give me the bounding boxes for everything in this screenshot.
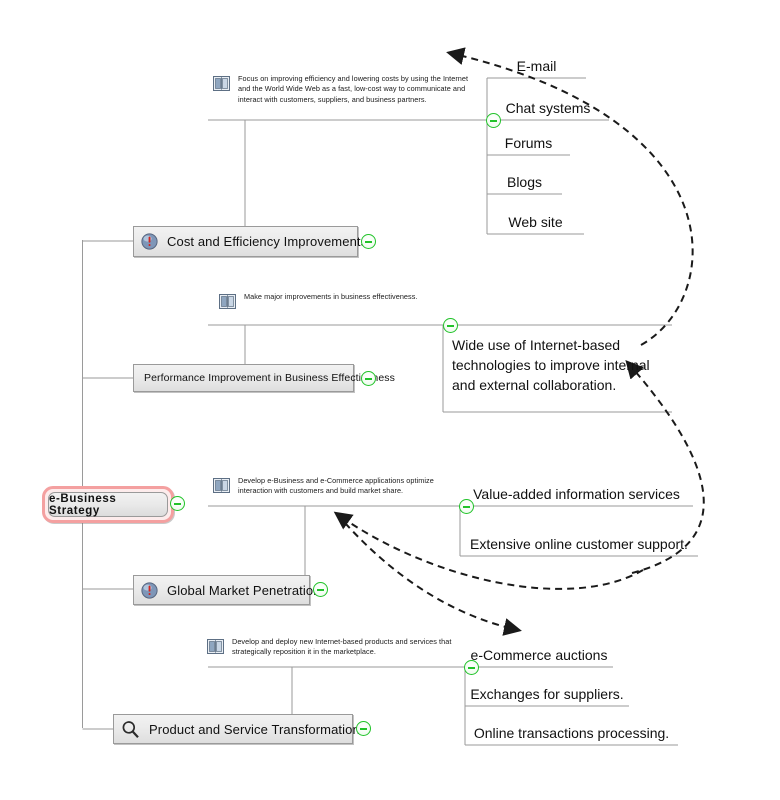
branch-node-label: Performance Improvement in Business Effe… [144, 372, 395, 384]
note-text: Develop e-Business and e-Commerce applic… [238, 476, 434, 496]
leaf-node-online-transactions[interactable]: Online transactions processing. [465, 717, 678, 745]
root-collapse-toggle[interactable] [170, 496, 185, 511]
collapse-minus-icon [468, 666, 475, 669]
collapse-minus-icon [365, 240, 372, 243]
branch-node-global-market-penetration[interactable]: Global Market Penetration [133, 575, 320, 605]
collapse-minus-icon [365, 377, 372, 380]
leaf-node-forums[interactable]: Forums [487, 127, 570, 155]
book-icon [207, 637, 224, 659]
leaf-node-label: Chat systems [505, 100, 591, 116]
note-global-market-penetration: Develop e-Business and e-Commerce applic… [213, 476, 461, 498]
collapse-minus-icon [490, 119, 497, 122]
leaf-group-collapse-toggle-global-market-penetration[interactable] [459, 499, 474, 514]
leaf-node-label: e-Commerce auctions [470, 647, 608, 663]
note-cost-efficiency: Focus on improving efficiency and loweri… [213, 74, 475, 105]
leaf-node-online-customer-support[interactable]: Extensive online customer support. [460, 528, 698, 556]
collapse-minus-icon [174, 502, 181, 505]
leaf-node-wide-use-internet[interactable]: Wide use of Internet-based technologies … [443, 325, 672, 412]
note-product-service-transformation: Develop and deploy new Internet-based pr… [207, 637, 462, 659]
leaf-node-chat-systems[interactable]: Chat systems [487, 90, 609, 120]
magnifier-icon [121, 720, 140, 739]
collapse-minus-icon [463, 505, 470, 508]
leaf-node-label: Online transactions processing. [473, 725, 670, 741]
branch-node-label: Global Market Penetration [167, 582, 321, 598]
leaf-node-label: Wide use of Internet-based technologies … [452, 337, 650, 393]
branch-collapse-toggle-performance-improvement[interactable] [361, 371, 376, 386]
root-node[interactable]: e-Business Strategy [42, 486, 174, 523]
leaf-node-value-added-services[interactable]: Value-added information services [460, 478, 693, 506]
collapse-minus-icon [447, 324, 454, 327]
book-icon [219, 292, 236, 314]
branch-collapse-toggle-global-market-penetration[interactable] [313, 582, 328, 597]
root-node-label: e-Business Strategy [49, 492, 117, 517]
leaf-node-email[interactable]: E-mail [487, 50, 586, 78]
leaf-group-collapse-toggle-product-service-transformation[interactable] [464, 660, 479, 675]
branch-node-performance-improvement[interactable]: Performance Improvement in Business Effe… [133, 364, 395, 392]
leaf-group-collapse-toggle-cost-efficiency[interactable] [486, 113, 501, 128]
book-icon [213, 74, 230, 96]
branch-node-product-service-transformation[interactable]: Product and Service Transformation [113, 714, 360, 744]
note-performance-improvement: Make major improvements in business effe… [219, 292, 449, 314]
note-text: Make major improvements in business effe… [244, 292, 418, 301]
alert-circle-icon [141, 233, 158, 250]
leaf-node-label: Extensive online customer support. [470, 536, 688, 552]
branch-node-label: Product and Service Transformation [149, 721, 360, 737]
branch-collapse-toggle-product-service-transformation[interactable] [356, 721, 371, 736]
leaf-node-label: Value-added information services [473, 486, 680, 502]
leaf-node-label: Exchanges for suppliers. [470, 686, 624, 702]
leaf-node-blogs[interactable]: Blogs [487, 166, 562, 194]
collapse-minus-icon [317, 588, 324, 591]
leaf-node-label: Forums [504, 135, 553, 151]
leaf-node-web-site[interactable]: Web site [487, 206, 584, 234]
branch-collapse-toggle-cost-efficiency[interactable] [361, 234, 376, 249]
book-icon [213, 476, 230, 498]
leaf-node-label: Web site [508, 214, 563, 230]
note-text: Develop and deploy new Internet-based pr… [232, 637, 452, 657]
collapse-minus-icon [360, 727, 367, 730]
leaf-node-exchanges-for-suppliers[interactable]: Exchanges for suppliers. [465, 678, 629, 706]
mindmap-canvas: e-Business Strategy Cost and Efficiency … [0, 0, 780, 800]
alert-circle-icon [141, 581, 158, 599]
leaf-node-ecommerce-auctions[interactable]: e-Commerce auctions [465, 639, 613, 667]
note-text: Focus on improving efficiency and loweri… [238, 74, 469, 104]
leaf-node-label: E-mail [516, 58, 557, 74]
branch-node-label: Cost and Efficiency Improvements [167, 234, 368, 249]
root-node-plate: e-Business Strategy [48, 492, 168, 517]
leaf-group-collapse-toggle-performance-improvement[interactable] [443, 318, 458, 333]
branch-node-cost-efficiency[interactable]: Cost and Efficiency Improvements [133, 226, 367, 257]
leaf-node-label: Blogs [506, 174, 543, 190]
